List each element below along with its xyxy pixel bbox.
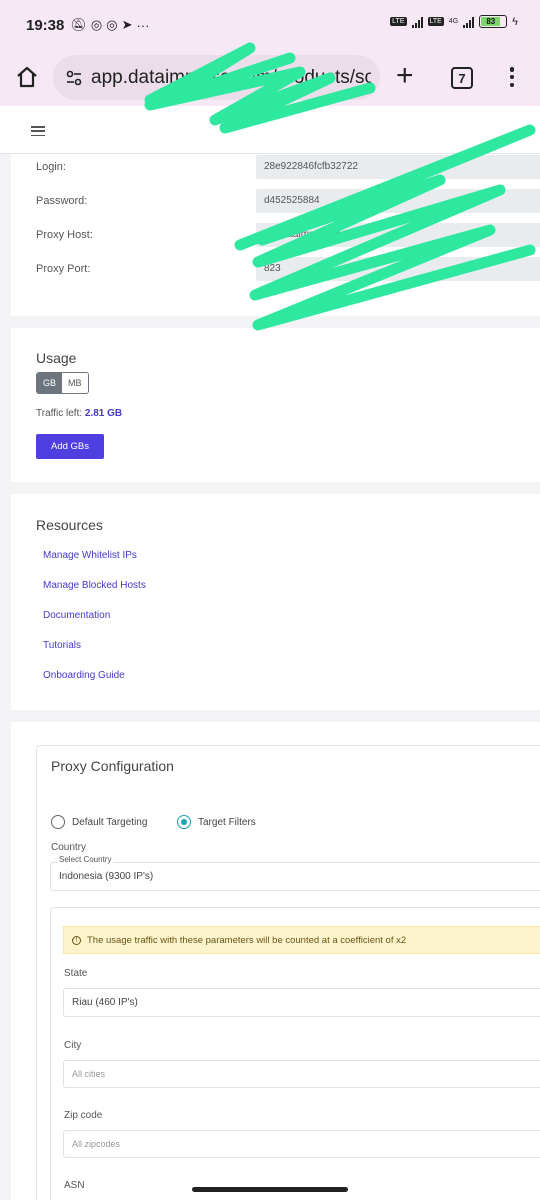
proxy-config-panel: Proxy Configuration Default Targeting Ta… xyxy=(36,745,540,1200)
traffic-label: Traffic left: xyxy=(36,408,83,419)
default-targeting-label: Default Targeting xyxy=(72,816,148,828)
mute-icon: 🔕︎ xyxy=(70,17,87,32)
unit-mb-button[interactable]: MB xyxy=(62,373,88,393)
link-manage-whitelist-ips[interactable]: Manage Whitelist IPs xyxy=(43,550,137,561)
new-tab-icon[interactable]: + xyxy=(396,60,414,92)
unit-gb-button[interactable]: GB xyxy=(37,373,63,393)
password-field[interactable]: d452525884 xyxy=(256,189,540,213)
charging-icon: ϟ xyxy=(512,15,518,28)
proxy-port-label: Proxy Port: xyxy=(36,263,91,275)
warning-text: The usage traffic with these parameters … xyxy=(87,934,407,946)
proxy-port-row: Proxy Port: 823 xyxy=(11,257,540,283)
city-select[interactable]: All cities xyxy=(63,1060,540,1088)
browser-toolbar: app.dataimpulse.com/products/soc + 7 xyxy=(0,50,540,106)
zip-select[interactable]: All zipcodes xyxy=(63,1130,540,1158)
site-settings-icon[interactable] xyxy=(65,69,83,87)
network-type: 4G xyxy=(448,18,459,25)
battery-level: 83 xyxy=(481,17,501,26)
usage-card: Usage GB MB Traffic left: 2.81 GB Add GB… xyxy=(11,328,540,482)
country-select[interactable]: Indonesia (9300 IP's) xyxy=(50,862,540,891)
country-float-label: Select Country xyxy=(57,855,114,864)
more-notifications: ··· xyxy=(136,17,150,33)
whatsapp-icon: ◎ xyxy=(90,17,103,32)
home-icon[interactable] xyxy=(14,64,40,90)
credentials-card: Login: 28e922846fcfb32722 Password: d452… xyxy=(11,154,540,316)
browser-menu-icon[interactable] xyxy=(509,67,515,87)
signal-icon-2 xyxy=(463,16,475,28)
login-field[interactable]: 28e922846fcfb32722 xyxy=(256,155,540,179)
add-gbs-button[interactable]: Add GBs xyxy=(36,434,104,459)
proxy-config-title: Proxy Configuration xyxy=(51,758,174,774)
proxy-host-row: Proxy Host: gw.dataimpulse.com xyxy=(11,223,540,249)
resources-card: Resources Manage Whitelist IPs Manage Bl… xyxy=(11,494,540,710)
traffic-value: 2.81 GB xyxy=(84,408,123,419)
system-icons: LTE LTE 4G 83 ϟ xyxy=(390,15,518,28)
login-label: Login: xyxy=(36,161,66,173)
state-select[interactable]: Riau (460 IP's) xyxy=(63,988,540,1017)
proxy-config-card: Proxy Configuration Default Targeting Ta… xyxy=(11,722,540,1200)
gesture-bar[interactable] xyxy=(192,1187,348,1192)
tab-switcher-button[interactable]: 7 xyxy=(451,67,473,89)
whatsapp-icon-2: ◎ xyxy=(106,17,118,32)
proxy-host-label: Proxy Host: xyxy=(36,229,93,241)
coefficient-warning: ! The usage traffic with these parameter… xyxy=(63,926,540,954)
url-text[interactable]: app.dataimpulse.com/products/soc xyxy=(91,67,371,89)
signal-icon xyxy=(411,16,423,28)
city-label: City xyxy=(64,1040,82,1051)
traffic-left: Traffic left: 2.81 GB xyxy=(36,408,122,419)
target-filters-option[interactable]: Target Filters xyxy=(177,815,256,829)
proxy-port-field[interactable]: 823 xyxy=(256,257,540,281)
status-time: 19:38 xyxy=(26,16,65,34)
telegram-icon: ➤ xyxy=(121,17,133,32)
country-label: Country xyxy=(51,842,87,853)
proxy-host-field[interactable]: gw.dataimpulse.com xyxy=(256,223,540,247)
hamburger-menu-icon[interactable] xyxy=(31,126,45,136)
target-filters-panel: ! The usage traffic with these parameter… xyxy=(50,907,540,1200)
address-bar[interactable]: app.dataimpulse.com/products/soc xyxy=(53,55,380,100)
password-label: Password: xyxy=(36,195,88,207)
password-row: Password: d452525884 xyxy=(11,189,540,215)
login-row: Login: 28e922846fcfb32722 xyxy=(11,155,540,181)
battery-icon: 83 xyxy=(479,15,508,28)
target-filters-radio[interactable] xyxy=(177,815,191,829)
state-label: State xyxy=(64,968,88,979)
lte-icon: LTE xyxy=(390,17,407,26)
resources-title: Resources xyxy=(36,517,103,533)
link-documentation[interactable]: Documentation xyxy=(43,610,110,621)
default-targeting-radio[interactable] xyxy=(51,815,65,829)
link-onboarding-guide[interactable]: Onboarding Guide xyxy=(43,670,125,681)
unit-toggle: GB MB xyxy=(36,372,89,394)
lte-icon-2: LTE xyxy=(427,17,444,26)
notification-icons: 🔕︎ ◎ ◎ ➤ ··· xyxy=(70,17,149,33)
target-filters-label: Target Filters xyxy=(198,816,256,828)
default-targeting-option[interactable]: Default Targeting xyxy=(51,815,147,829)
link-tutorials[interactable]: Tutorials xyxy=(43,640,81,651)
status-bar: 19:38 🔕︎ ◎ ◎ ➤ ··· LTE LTE 4G 83 ϟ xyxy=(0,0,540,50)
zip-label: Zip code xyxy=(64,1110,103,1121)
asn-label: ASN xyxy=(64,1180,85,1191)
warning-icon: ! xyxy=(72,935,81,945)
usage-title: Usage xyxy=(36,350,77,366)
app-header xyxy=(0,106,540,154)
link-manage-blocked-hosts[interactable]: Manage Blocked Hosts xyxy=(43,580,146,591)
